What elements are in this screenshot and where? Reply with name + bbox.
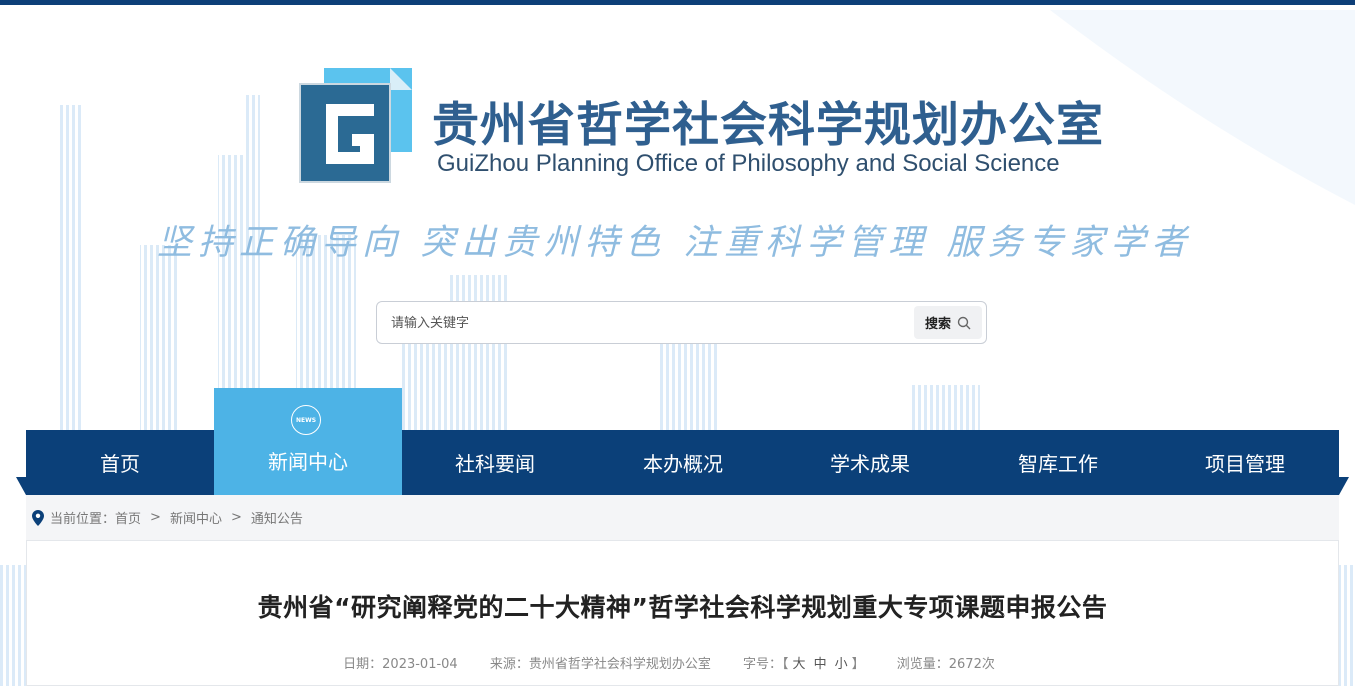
nav-item-think-tank[interactable]: 智库工作 <box>964 430 1152 495</box>
breadcrumb-news-center[interactable]: 新闻中心 <box>170 508 222 527</box>
search-button[interactable]: 搜索 <box>914 306 982 339</box>
slogan: 坚持正确导向 突出贵州特色 注重科学管理 服务专家学者 <box>157 223 1193 263</box>
org-name-en: GuiZhou Planning Office of Philosophy an… <box>437 150 1060 177</box>
org-name-cn: 贵州省哲学社会科学规划办公室 <box>432 98 1104 153</box>
search-icon <box>957 316 971 329</box>
breadcrumb: 当前位置： 首页 > 新闻中心 > 通知公告 <box>26 495 1339 540</box>
nav-item-academic-results[interactable]: 学术成果 <box>776 430 964 495</box>
article-date: 日期：2023-01-04 <box>343 657 458 672</box>
font-size-label: 字号： <box>743 657 783 672</box>
search-input[interactable] <box>389 302 913 345</box>
font-size-small-link[interactable]: 小 <box>835 657 848 672</box>
article-title: 贵州省“研究阐释党的二十大精神”哲学社会科学规划重大专项课题申报公告 <box>257 593 1108 622</box>
nav-item-label: 社科要闻 <box>455 452 535 476</box>
news-icon: NEWS <box>291 405 321 435</box>
nav-item-label: 智库工作 <box>1018 452 1098 476</box>
breadcrumb-notices[interactable]: 通知公告 <box>251 508 303 527</box>
bracket-close: 】 <box>851 657 865 672</box>
article-meta: 日期：2023-01-04 来源：贵州省哲学社会科学规划办公室 字号：【大中小】… <box>0 653 1338 672</box>
location-pin-icon <box>32 509 44 526</box>
nav-item-social-science-news[interactable]: 社科要闻 <box>401 430 589 495</box>
breadcrumb-separator: > <box>230 510 242 525</box>
gp-logo-icon <box>299 68 412 183</box>
search-box: 搜索 <box>376 301 987 345</box>
font-size-control: 字号：【大中小】 <box>743 657 865 672</box>
nav-item-label: 本办概况 <box>643 452 723 476</box>
nav-item-office-overview[interactable]: 本办概况 <box>589 430 777 495</box>
breadcrumb-separator: > <box>150 510 161 525</box>
nav-item-label: 首页 <box>100 452 140 476</box>
article-source: 来源：贵州省哲学社会科学规划办公室 <box>489 657 711 672</box>
article-views: 浏览量：2672次 <box>896 657 995 672</box>
nav-wing-left <box>16 477 26 495</box>
search-button-label: 搜索 <box>924 317 951 332</box>
nav-item-label: 新闻中心 <box>268 450 348 474</box>
font-size-large-link[interactable]: 大 <box>793 657 806 672</box>
font-size-medium-link[interactable]: 中 <box>814 657 827 672</box>
nav-item-label: 学术成果 <box>830 452 910 476</box>
breadcrumb-home[interactable]: 首页 <box>115 508 141 527</box>
nav-item-home[interactable]: 首页 <box>26 430 214 495</box>
breadcrumb-prefix: 当前位置： <box>50 512 116 527</box>
bracket-open: 【 <box>782 657 789 672</box>
nav-item-news-center[interactable]: NEWS 新闻中心 <box>214 388 402 495</box>
nav-item-label: 项目管理 <box>1205 452 1285 476</box>
nav-wing-right <box>1339 477 1349 495</box>
nav-item-project-management[interactable]: 项目管理 <box>1151 430 1339 495</box>
